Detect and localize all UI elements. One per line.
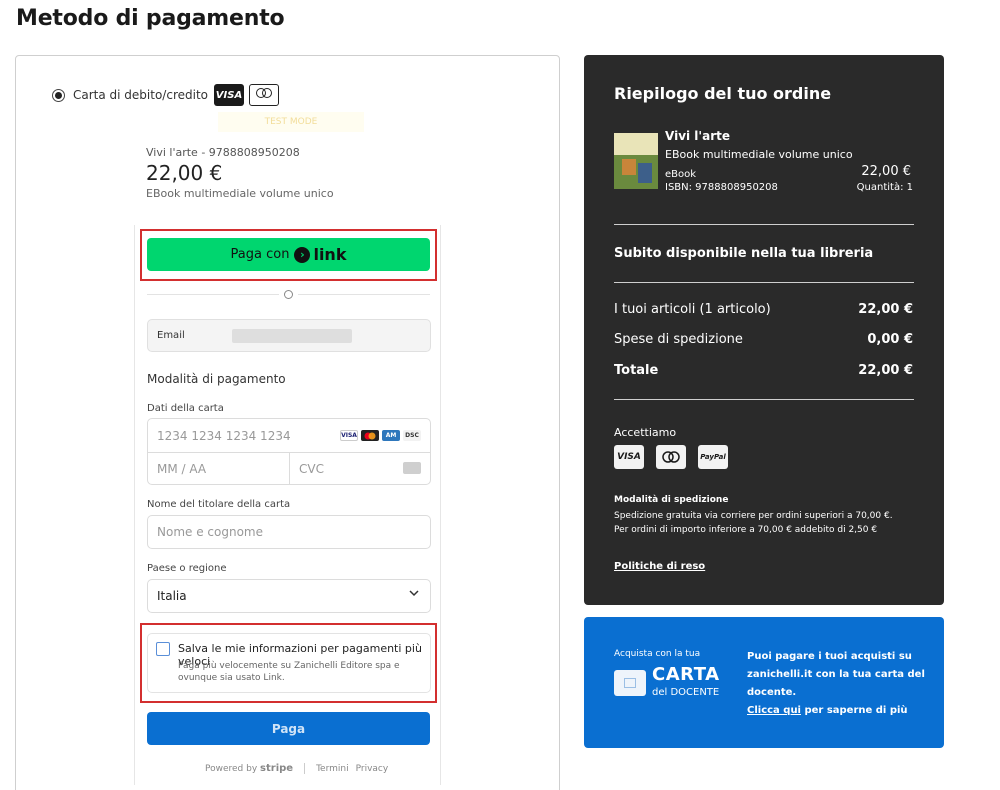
payment-option-card[interactable]: Carta di debito/credito VISA: [52, 84, 284, 106]
save-info-box: Salva le mie informazioni per pagamenti …: [147, 633, 431, 693]
test-mode-badge: TEST MODE: [218, 112, 364, 132]
items-value: 22,00 €: [858, 302, 913, 317]
carta-docente-banner: Acquista con la tua CARTA del DOCENTE Pu…: [584, 617, 944, 748]
shipping-method-title: Modalità di spedizione: [614, 495, 729, 505]
footer-separator: [304, 763, 306, 774]
email-field[interactable]: Email: [147, 319, 431, 352]
card-radio[interactable]: [52, 88, 65, 102]
email-label: Email: [157, 330, 185, 341]
pay-button[interactable]: Paga: [147, 712, 430, 745]
amex-mini-icon: AM: [382, 430, 400, 441]
accepted-payment-logos: VISA PayPal: [614, 445, 728, 469]
carta-docente-title: CARTA: [652, 664, 720, 685]
order-summary-panel: Riepilogo del tuo ordine Vivi l'arte EBo…: [584, 55, 944, 605]
save-info-checkbox[interactable]: [156, 642, 170, 656]
visa-logo: VISA: [614, 445, 644, 469]
visa-logo: VISA: [214, 84, 244, 106]
link-button-prefix: Paga con: [230, 247, 290, 262]
card-brand-icons: VISA AM DSC: [340, 430, 421, 441]
cvc-card-icon: [403, 462, 421, 474]
link-arrow-icon: ›: [294, 246, 311, 263]
book-description: EBook multimediale volume unico: [665, 148, 853, 161]
card-holder-input[interactable]: Nome e cognome: [147, 515, 431, 549]
mastercard-logo: [656, 445, 686, 469]
card-details-label: Dati della carta: [147, 403, 224, 414]
cvc-input[interactable]: CVC: [299, 462, 324, 476]
carta-docente-icon: [614, 670, 646, 696]
card-number-input[interactable]: 1234 1234 1234 1234: [157, 429, 291, 443]
divider-or: [284, 290, 293, 299]
product-name: Vivi l'arte - 9788808950208: [146, 146, 300, 159]
docente-learn-more-link[interactable]: Clicca qui: [747, 705, 801, 716]
carta-docente-subtitle: del DOCENTE: [652, 687, 720, 698]
payment-method-panel: Carta di debito/credito VISA TEST MODE V…: [15, 55, 560, 790]
card-holder-placeholder: Nome e cognome: [157, 525, 263, 539]
stripe-footer: Powered by stripe Termini Privacy: [205, 763, 388, 774]
payment-section-title: Modalità di pagamento: [147, 372, 286, 386]
shipping-text-line-2: Per ordini di importo inferiore a 70,00 …: [614, 525, 878, 535]
book-cover-thumbnail: [614, 133, 658, 189]
mastercard-logo: [249, 84, 279, 106]
visa-mini-icon: VISA: [340, 430, 358, 441]
shipping-text-line-1: Spedizione gratuita via corriere per ord…: [614, 511, 893, 521]
powered-by-label: Powered by stripe: [205, 763, 294, 774]
total-label: Totale: [614, 363, 659, 378]
summary-title: Riepilogo del tuo ordine: [614, 84, 832, 103]
privacy-link[interactable]: Privacy: [356, 764, 389, 774]
returns-policy-link[interactable]: Politiche di reso: [614, 561, 705, 572]
availability-text: Subito disponibile nella tua libreria: [614, 246, 874, 261]
radio-selected-dot: [55, 91, 62, 99]
chevron-down-icon: [409, 588, 419, 601]
pay-with-link-button[interactable]: Paga con › link: [147, 238, 430, 271]
divider-left: [147, 294, 279, 295]
product-description: EBook multimediale volume unico: [146, 187, 334, 200]
book-title: Vivi l'arte: [665, 129, 730, 143]
card-details-group: 1234 1234 1234 1234 VISA AM DSC MM / AA …: [147, 418, 431, 485]
shipping-label: Spese di spedizione: [614, 332, 743, 347]
expiry-input[interactable]: MM / AA: [157, 462, 206, 476]
mastercard-mini-icon: [361, 430, 379, 441]
terms-link[interactable]: Termini: [316, 764, 349, 774]
shipping-method-text: Spedizione gratuita via corriere per ord…: [614, 509, 924, 537]
page-title: Metodo di pagamento: [16, 6, 285, 31]
payment-option-label: Carta di debito/credito: [73, 88, 208, 102]
summary-divider: [614, 224, 914, 225]
shipping-value: 0,00 €: [867, 332, 913, 347]
card-holder-label: Nome del titolare della carta: [147, 499, 291, 510]
divider-right: [298, 294, 430, 295]
accepted-label: Accettiamo: [614, 426, 677, 439]
country-value: Italia: [157, 589, 187, 603]
country-label: Paese o regione: [147, 563, 227, 574]
product-price: 22,00 €: [146, 161, 223, 185]
book-quantity: Quantità: 1: [856, 182, 913, 193]
discover-mini-icon: DSC: [403, 430, 421, 441]
summary-divider: [614, 282, 914, 283]
email-value-redacted: [232, 329, 352, 343]
book-type: eBook: [665, 169, 697, 180]
link-brand: link: [313, 245, 347, 264]
country-select[interactable]: Italia: [147, 579, 431, 613]
save-info-subtitle: Paga più velocemente su Zanichelli Edito…: [178, 661, 400, 683]
total-value: 22,00 €: [858, 363, 913, 378]
docente-info-text: Puoi pagare i tuoi acquisti su zanichell…: [747, 651, 925, 716]
summary-divider: [614, 399, 914, 400]
book-price: 22,00 €: [861, 164, 911, 179]
book-isbn: ISBN: 9788808950208: [665, 182, 778, 193]
items-label: I tuoi articoli (1 articolo): [614, 302, 771, 317]
card-group-vdivider: [289, 452, 290, 485]
docente-small-text: Acquista con la tua: [614, 649, 701, 659]
paypal-logo: PayPal: [698, 445, 728, 469]
